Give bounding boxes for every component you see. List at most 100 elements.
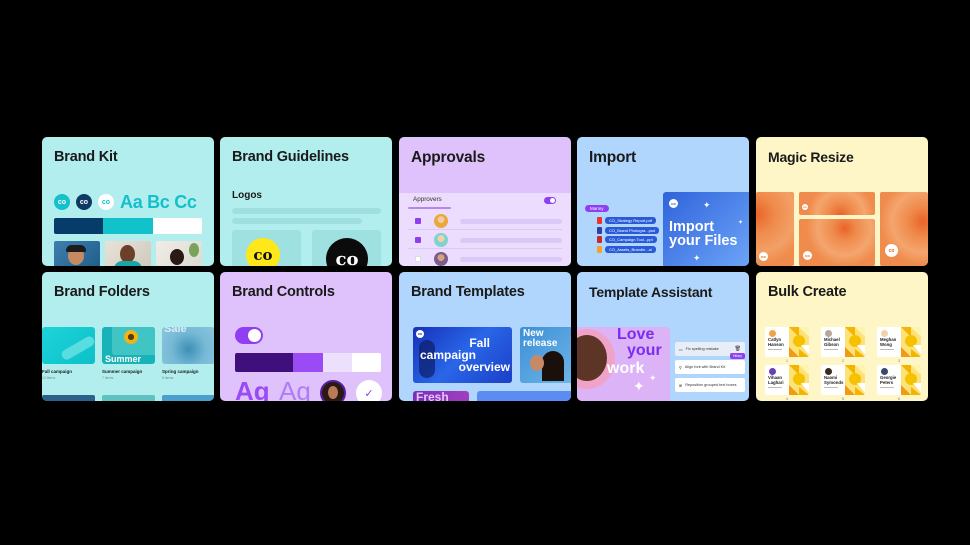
feature-grid: Brand Kit co co co Aa Bc Cc Brand Guidel… <box>42 137 928 401</box>
resized-design-square[interactable]: co <box>880 192 928 266</box>
logo-black-icon: co <box>326 238 368 266</box>
pattern-graphic <box>845 327 865 357</box>
sparkle-icon: ✦ <box>633 378 645 394</box>
card-title: Import <box>589 149 637 166</box>
placeholder-line <box>768 349 782 350</box>
template-assistant-card[interactable]: Template Assistant Love your work ✦ ✦ ▭ F… <box>577 272 749 401</box>
trash-icon[interactable]: 🗑 <box>735 346 741 352</box>
folder-name[interactable]: Summer campaign <box>102 369 142 374</box>
resized-design-landscape[interactable]: co <box>799 219 875 266</box>
resized-design-tall[interactable]: co <box>756 192 794 266</box>
approvals-toggle[interactable] <box>544 197 556 204</box>
font-sample: Aa Bc Cc <box>120 192 197 212</box>
card-title: Brand Folders <box>54 284 150 300</box>
photo-thumbnail[interactable] <box>54 241 100 266</box>
bulk-create-card[interactable]: Bulk Create Catlyn Hanson 1 Michael Gibson 2 M… <box>756 272 928 401</box>
folder-thumbnail[interactable]: Sale <box>162 327 214 364</box>
sparkle-icon: ✦ <box>693 253 701 263</box>
file-item[interactable]: CO_Strategy Report.pdf <box>597 217 656 224</box>
bulk-design-card[interactable]: Vihaan Laghari <box>765 365 809 395</box>
font-icon: ⚲ <box>679 365 682 370</box>
user-avatar <box>320 380 346 401</box>
template-thumbnail[interactable]: Fresh <box>413 391 469 401</box>
card-title: Brand Templates <box>411 284 525 300</box>
logo-tile[interactable]: co <box>312 230 381 266</box>
placeholder-line <box>824 349 838 350</box>
color-swatch-purple[interactable] <box>293 353 323 372</box>
import-card[interactable]: Import Manny CO_Strategy Report.pdf CO_B… <box>577 137 749 266</box>
folder-name[interactable]: Fall campaign <box>42 369 72 374</box>
photo-thumbnail[interactable] <box>105 241 151 266</box>
promo-text: Import your Files <box>669 219 738 249</box>
cursor-label-hilary: Hilary <box>730 353 745 359</box>
card-title: Brand Guidelines <box>232 149 349 165</box>
page-number: 1 <box>786 359 788 363</box>
approver-avatar <box>434 252 448 266</box>
ppt-file-icon <box>597 236 602 243</box>
approver-checkbox-checked[interactable] <box>415 218 421 224</box>
approver-checkbox-unchecked[interactable] <box>415 256 421 262</box>
section-label-logos: Logos <box>232 190 262 201</box>
color-swatch-light-purple[interactable] <box>323 353 352 372</box>
file-item[interactable]: CO_Campaign Tool...ppt <box>597 236 657 243</box>
import-promo-panel[interactable]: co Import your Files ✦ ✦ ✦ <box>663 192 749 266</box>
file-item[interactable]: CO_Brand Photogra...psd <box>597 227 660 234</box>
person-avatar <box>825 368 832 375</box>
suggestion-item[interactable]: ⚲ Align font with Brand Kit <box>675 360 745 374</box>
photo-thumbnail[interactable] <box>156 241 202 266</box>
color-swatch-dark-purple[interactable] <box>235 353 293 372</box>
color-swatch-navy[interactable] <box>54 218 103 234</box>
card-title: Brand Controls <box>232 284 335 300</box>
color-swatch-teal[interactable] <box>103 218 153 234</box>
check-icon[interactable]: ✓ <box>356 380 382 401</box>
logo-yellow-icon: co <box>246 238 280 266</box>
pattern-graphic <box>901 327 921 357</box>
page-number: 5 <box>842 397 844 401</box>
template-thumbnail[interactable]: co Fall campaign overview <box>413 327 512 383</box>
color-swatch-white[interactable] <box>153 218 202 234</box>
design-preview[interactable]: Love your work ✦ ✦ <box>577 327 670 401</box>
approvals-card[interactable]: Approvals Approvers <box>399 137 571 266</box>
file-item[interactable]: CO_Assets_Brandin...ai <box>597 246 656 253</box>
bulk-design-card[interactable]: Meghan Wong <box>877 327 921 357</box>
pattern-graphic <box>789 327 809 357</box>
approver-avatar <box>434 214 448 228</box>
magic-resize-card[interactable]: Magic Resize co co co co <box>756 137 928 266</box>
folder-name[interactable]: Spring campaign <box>162 369 199 374</box>
brand-folders-card[interactable]: Brand Folders Fall campaign 12 items Sum… <box>42 272 214 401</box>
person-avatar <box>769 368 776 375</box>
color-swatch-white[interactable] <box>352 353 381 372</box>
placeholder-line <box>880 387 894 388</box>
folder-thumbnail[interactable]: Summer <box>102 327 155 364</box>
approver-checkbox-checked[interactable] <box>415 237 421 243</box>
card-title: Template Assistant <box>589 284 713 300</box>
bulk-design-card[interactable]: Georgie Peters <box>877 365 921 395</box>
logo-navy-icon: co <box>76 194 92 210</box>
suggestion-item[interactable]: ⊞ Reposition grouped text boxes <box>675 378 745 392</box>
folder-count: 12 items <box>42 376 56 380</box>
person-avatar <box>825 330 832 337</box>
folder-thumbnail[interactable] <box>42 327 95 364</box>
sparkle-icon: ✦ <box>649 373 657 383</box>
brand-kit-card[interactable]: Brand Kit co co co Aa Bc Cc <box>42 137 214 266</box>
page-number: 4 <box>786 397 788 401</box>
logo-tile[interactable]: co <box>232 230 301 266</box>
pattern-graphic <box>901 365 921 395</box>
tab-approvers[interactable]: Approvers <box>413 196 442 203</box>
template-thumbnail[interactable]: New release <box>520 327 571 383</box>
brand-guidelines-card[interactable]: Brand Guidelines Logos co co <box>220 137 392 266</box>
resized-design-banner[interactable]: co <box>799 192 875 215</box>
person-name: Meghan Wong <box>880 337 897 347</box>
bulk-design-card[interactable]: Catlyn Hanson <box>765 327 809 357</box>
tab-underline <box>408 207 451 209</box>
placeholder-line <box>460 219 562 224</box>
brand-templates-card[interactable]: Brand Templates co Fall campaign overvie… <box>399 272 571 401</box>
design-text: Love your <box>617 327 662 359</box>
bulk-design-card[interactable]: Michael Gibson <box>821 327 865 357</box>
logo-white-icon: co <box>98 194 114 210</box>
bulk-design-card[interactable]: Naomi Symonds <box>821 365 865 395</box>
template-text: Fall campaign overview <box>420 336 510 374</box>
template-thumbnail[interactable] <box>477 391 571 401</box>
brand-controls-card[interactable]: Brand Controls Ag Ag ✓ <box>220 272 392 401</box>
brand-controls-toggle[interactable] <box>235 327 263 344</box>
